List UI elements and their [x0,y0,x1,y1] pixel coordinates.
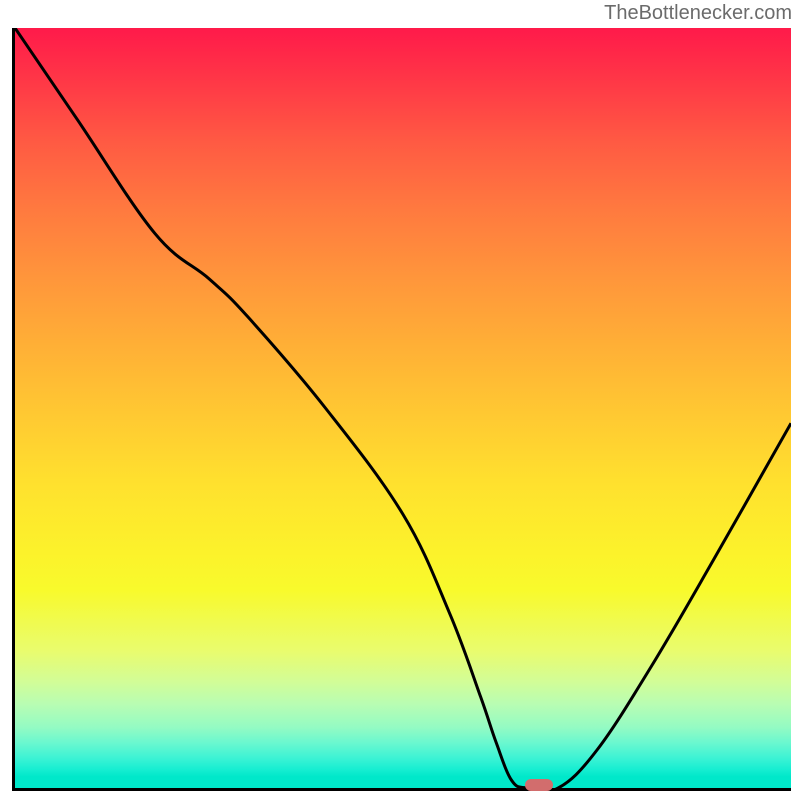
attribution-text: TheBottlenecker.com [604,2,792,25]
bottleneck-curve-line [15,28,791,788]
chart-curve-svg [15,28,791,788]
chart-plot-area [12,28,791,791]
optimal-point-marker [525,779,553,791]
